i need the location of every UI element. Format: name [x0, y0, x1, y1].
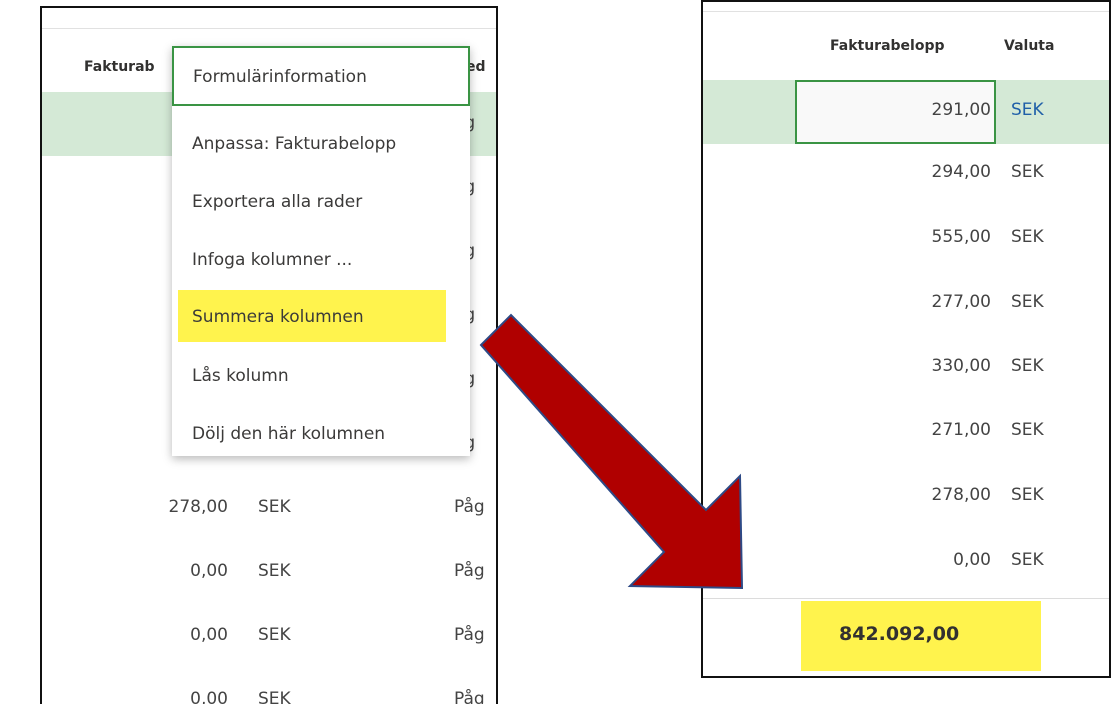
table-row[interactable]: 294,00 SEK	[703, 142, 1109, 206]
currency-cell: SEK	[1011, 356, 1044, 376]
currency-cell: SEK	[258, 561, 291, 581]
grid-top-divider	[703, 11, 1109, 12]
menu-item-export-all-rows[interactable]: Exportera alla rader	[192, 192, 362, 212]
currency-cell: SEK	[258, 497, 291, 517]
status-cell: Påg	[454, 689, 485, 704]
currency-cell: SEK	[1011, 292, 1044, 312]
amount-cell: 0,00	[190, 561, 228, 581]
amount-cell: 330,00	[931, 356, 991, 376]
currency-cell: SEK	[1011, 420, 1044, 440]
amount-cell: 278,00	[931, 485, 991, 505]
menu-item-customize-column[interactable]: Anpassa: Fakturabelopp	[192, 134, 396, 154]
amount-cell: 278,00	[168, 497, 228, 517]
amount-cell: 277,00	[931, 292, 991, 312]
amount-cell: 0,00	[190, 689, 228, 704]
arrow-shape	[479, 313, 744, 590]
currency-link[interactable]: SEK	[1011, 100, 1044, 120]
currency-cell: SEK	[1011, 227, 1044, 247]
table-row[interactable]: 0,00 SEK Påg	[42, 668, 496, 704]
menu-item-hide-column[interactable]: Dölj den här kolumnen	[192, 424, 385, 444]
currency-cell: SEK	[1011, 485, 1044, 505]
amount-cell: 0,00	[190, 625, 228, 645]
currency-cell: SEK	[258, 625, 291, 645]
menu-item-form-information[interactable]: Formulärinformation	[172, 46, 470, 106]
amount-cell: 0,00	[953, 550, 991, 570]
table-row[interactable]: 291,00 SEK	[703, 80, 1109, 144]
menu-item-insert-columns[interactable]: Infoga kolumner ...	[192, 250, 352, 270]
amount-cell: 271,00	[931, 420, 991, 440]
currency-cell: SEK	[1011, 550, 1044, 570]
column-total: 842.092,00	[839, 623, 960, 645]
table-row[interactable]: 278,00 SEK Påg	[42, 476, 496, 540]
column-header-fakturabelopp[interactable]: Fakturab	[84, 59, 155, 75]
amount-cell: 555,00	[931, 227, 991, 247]
table-row[interactable]: 0,00 SEK Påg	[42, 604, 496, 668]
amount-cell: 291,00	[931, 100, 991, 120]
red-arrow-icon	[479, 313, 744, 590]
grid-top-divider	[42, 28, 496, 29]
currency-cell: SEK	[258, 689, 291, 704]
table-row[interactable]: 0,00 SEK Påg	[42, 540, 496, 604]
menu-item-lock-column[interactable]: Lås kolumn	[192, 366, 289, 386]
amount-cell: 294,00	[931, 162, 991, 182]
column-context-menu: Formulärinformation Anpassa: Fakturabelo…	[172, 46, 470, 456]
status-cell: Påg	[454, 625, 485, 645]
column-header-fakturabelopp[interactable]: Fakturabelopp	[830, 38, 945, 54]
menu-item-sum-column[interactable]: Summera kolumnen	[192, 307, 364, 327]
left-grid-panel: Fakturab ed 2 åg 2 åg 5 åg 2 åg 3 åg 2 å…	[40, 6, 498, 704]
currency-cell: SEK	[1011, 162, 1044, 182]
table-row[interactable]: 555,00 SEK	[703, 207, 1109, 271]
column-header-valuta[interactable]: Valuta	[1004, 38, 1054, 54]
